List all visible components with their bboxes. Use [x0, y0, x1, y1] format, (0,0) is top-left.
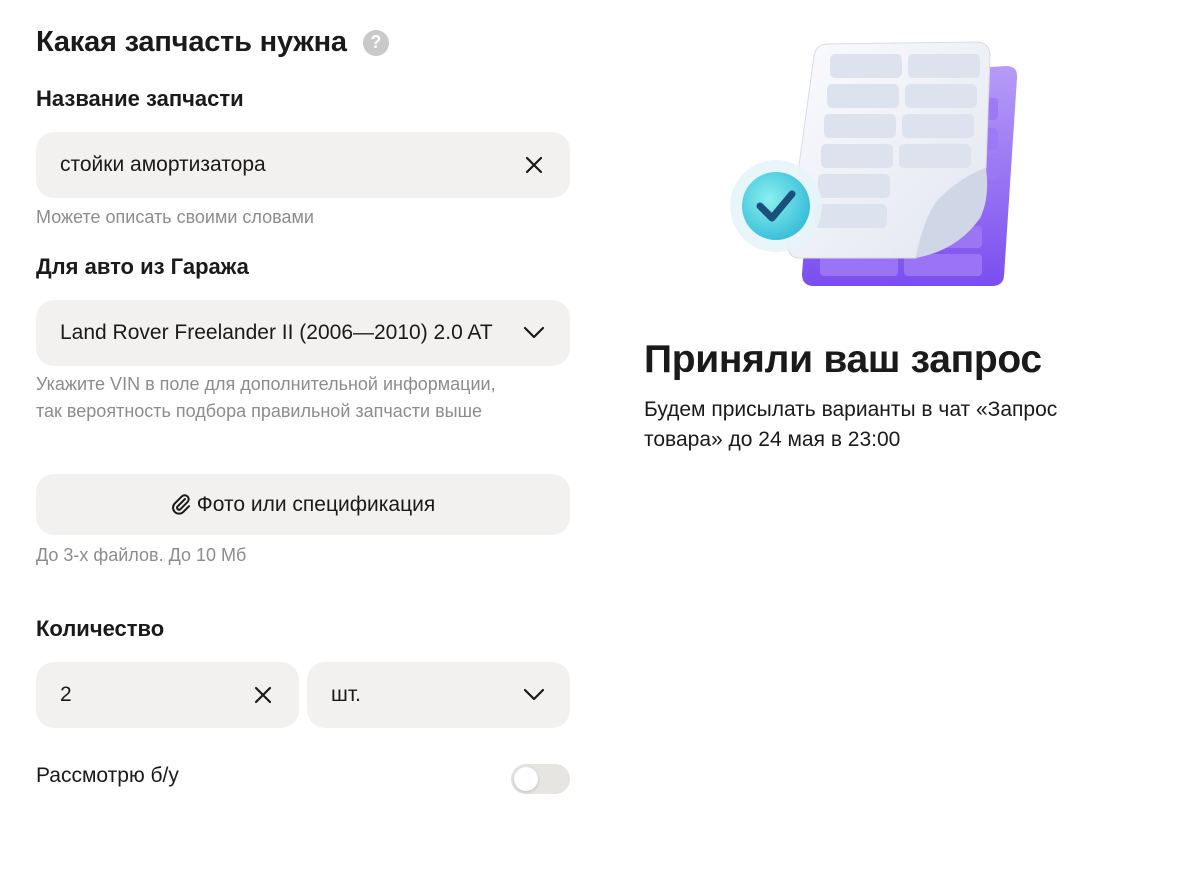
unit-value[interactable]: шт. [331, 683, 510, 707]
paperclip-icon [171, 493, 191, 516]
attach-file-label: Фото или спецификация [196, 492, 436, 516]
toggle-knob [514, 767, 538, 791]
attachment-hint: До 3-х файлов. До 10 Мб [36, 545, 247, 565]
part-name-label: Название запчасти [36, 86, 244, 111]
garage-car-value[interactable]: Land Rover Freelander II (2006—2010) 2.0… [60, 321, 510, 345]
help-icon[interactable]: ? [362, 29, 389, 56]
form-header: Какая запчасть нужна ? [36, 26, 389, 59]
confirmation-title: Приняли ваш запрос [644, 338, 1042, 381]
garage-car-select[interactable]: Land Rover Freelander II (2006—2010) 2.0… [36, 300, 570, 366]
part-name-hint: Можете описать своими словами [36, 207, 314, 227]
quantity-value[interactable]: 2 [60, 683, 239, 707]
chevron-down-icon[interactable] [522, 683, 546, 707]
used-parts-label: Рассмотрю б/у [36, 764, 179, 787]
clear-icon[interactable] [522, 153, 546, 177]
chevron-down-icon[interactable] [522, 321, 546, 345]
part-name-input[interactable]: стойки амортизатора [36, 132, 570, 198]
request-sheet-illustration [728, 38, 1028, 298]
used-parts-toggle[interactable] [511, 764, 570, 794]
garage-label: Для авто из Гаража [36, 254, 249, 279]
clear-icon[interactable] [251, 683, 275, 707]
unit-select[interactable]: шт. [307, 662, 570, 728]
attach-file-button[interactable]: Фото или спецификация [36, 474, 570, 535]
part-name-value[interactable]: стойки амортизатора [60, 153, 510, 177]
confirmation-text: Будем присылать варианты в чат «Запрос т… [644, 398, 1058, 451]
vin-hint-line-1: Укажите VIN в поле для дополнительной ин… [36, 374, 496, 394]
quantity-label: Количество [36, 616, 165, 641]
vin-hint-line-2: так вероятность подбора правильной запча… [36, 401, 483, 421]
quantity-input[interactable]: 2 [36, 662, 299, 728]
form-title: Какая запчасть нужна [36, 26, 347, 58]
